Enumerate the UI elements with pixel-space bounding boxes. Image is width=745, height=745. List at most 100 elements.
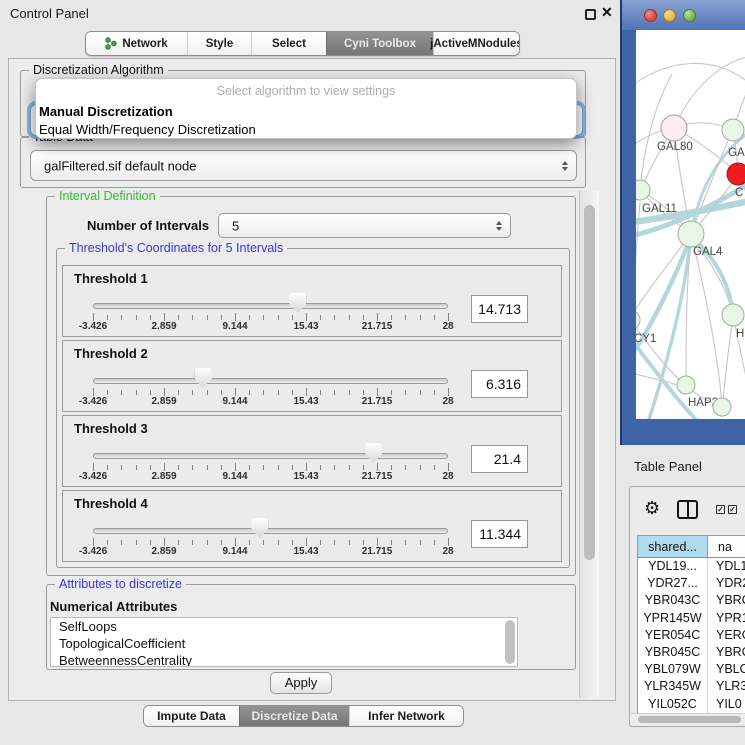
cell-name[interactable]: YERO [708,627,745,644]
threshold-value-field[interactable]: 6.316 [471,370,528,398]
network-view-window[interactable]: GAL80GACGAL11GAL4GCY1HHAP2 [620,0,745,445]
tab-discretize-data[interactable]: Discretize Data [239,706,349,726]
cell-name[interactable]: YBLO [708,661,745,678]
cell-name[interactable]: YLR3 [708,678,745,695]
table-row[interactable]: YIL052CYIL0 [638,696,745,713]
slider-track[interactable] [93,528,448,534]
zoom-traffic-light-icon[interactable] [683,9,696,22]
tab-label: Impute Data [157,709,226,723]
network-node-gal11-node[interactable] [636,180,650,200]
tab-infer-network[interactable]: Infer Network [349,706,463,726]
cell-shared-name[interactable]: YLR345W [638,678,708,695]
network-window-titlebar[interactable] [622,0,745,30]
column-header-shared-name[interactable]: shared... [638,536,708,557]
combo-stepper-icon [496,221,502,231]
slider-thumb[interactable] [289,293,306,313]
table-row[interactable]: YBR045CYBRO [638,644,745,661]
table-data-combobox[interactable]: galFiltered.sif default node [30,150,577,181]
scrollbar-thumb[interactable] [638,716,741,723]
tab-style[interactable]: Style [187,32,251,55]
cell-shared-name[interactable]: YBR043C [638,592,708,609]
slider-thumb[interactable] [365,443,382,463]
list-scrollbar[interactable] [505,620,515,664]
control-panel-title: Control Panel [10,6,89,21]
table-horizontal-scrollbar[interactable] [631,713,745,724]
slider-thumb[interactable] [195,368,212,388]
threshold-1-panel: Threshold 1 -3.4262.8599.14415.4321.7152… [62,265,562,337]
table-row[interactable]: YDL19...YDL1 [638,558,745,575]
tick-mark [192,540,193,545]
split-columns-icon[interactable] [677,500,698,519]
slider-track[interactable] [93,378,448,384]
node-label: GA [728,147,745,159]
close-traffic-light-icon[interactable] [644,9,657,22]
table-row[interactable]: YDR27...YDR2 [638,575,745,592]
cell-name[interactable]: YBRO [708,592,745,609]
cell-name[interactable]: YPR1 [708,610,745,627]
tick-mark [363,540,364,545]
cell-shared-name[interactable]: YBR045C [638,644,708,661]
tick-mark [136,465,137,470]
checkbox-icon[interactable]: ✓ [716,505,725,514]
tab-jactivemnodules[interactable]: jActiveMNodules [433,32,519,55]
tick-mark [221,465,222,470]
panel-vertical-scrollbar[interactable] [579,191,599,698]
tick-mark [235,538,236,546]
network-node-hap2-node[interactable] [677,376,695,394]
tab-cyni-toolbox[interactable]: Cyni Toolbox [326,32,433,55]
tick-mark [306,313,307,321]
column-header-name[interactable]: na [708,536,745,557]
cell-shared-name[interactable]: YIL052C [638,696,708,713]
attribute-list-item[interactable]: BetweennessCentrality [51,652,517,667]
dropdown-item-manual-discretization[interactable]: Manual Discretization [39,104,173,119]
tick-mark [349,465,350,470]
network-canvas[interactable]: GAL80GACGAL11GAL4GCY1HHAP2 [636,30,745,419]
threshold-value-field[interactable]: 14.713 [471,295,528,323]
cell-shared-name[interactable]: YPR145W [638,610,708,627]
table-row[interactable]: YBR043CYBRO [638,592,745,609]
threshold-value-field[interactable]: 11.344 [471,520,528,548]
cell-name[interactable]: YDR2 [708,575,745,592]
network-node-red-node[interactable] [727,163,745,185]
network-node-h-node[interactable] [722,304,744,326]
tab-network[interactable]: Network [86,32,187,55]
numerical-attributes-list[interactable]: SelfLoopsTopologicalCoefficientBetweenne… [50,617,518,667]
cell-shared-name[interactable]: YDR27... [638,575,708,592]
network-graph[interactable]: GAL80GACGAL11GAL4GCY1HHAP2 [636,30,745,419]
tab-impute-data[interactable]: Impute Data [144,706,239,726]
table-row[interactable]: YLR345WYLR3 [638,678,745,695]
network-node-gal80-neighbor[interactable] [661,115,687,141]
cell-name[interactable]: YDL1 [708,558,745,575]
network-node-gal4-node[interactable] [678,221,704,247]
attribute-list-item[interactable]: SelfLoops [51,618,517,635]
network-node-ga-node[interactable] [722,119,744,141]
table-row[interactable]: YPR145WYPR1 [638,610,745,627]
cell-name[interactable]: YBRO [708,644,745,661]
close-icon[interactable]: ✕ [601,4,613,21]
scrollbar-thumb[interactable] [584,205,595,560]
table-data-selected-value: galFiltered.sif default node [44,158,196,173]
cell-shared-name[interactable]: YDL19... [638,558,708,575]
number-of-intervals-combobox[interactable]: 5 [218,213,511,238]
network-node-gcy1-node[interactable] [636,310,640,330]
slider-track[interactable] [93,303,448,309]
network-node-bottom-node[interactable] [713,398,731,416]
cell-shared-name[interactable]: YER054C [638,627,708,644]
gear-icon[interactable]: ⚙ [644,500,660,518]
dropdown-item-equal-width-frequency[interactable]: Equal Width/Frequency Discretization [39,122,256,137]
tab-select[interactable]: Select [251,32,326,55]
apply-button[interactable]: Apply [270,672,332,694]
cell-name[interactable]: YIL0 [708,696,745,713]
table-row[interactable]: YER054CYERO [638,627,745,644]
table-row[interactable]: YBL079WYBLO [638,661,745,678]
threshold-value-field[interactable]: 21.4 [471,445,528,473]
attribute-list-item[interactable]: TopologicalCoefficient [51,635,517,652]
minimize-traffic-light-icon[interactable] [663,9,676,22]
slider-thumb[interactable] [251,518,268,538]
float-window-icon[interactable] [585,9,596,20]
cell-shared-name[interactable]: YBL079W [638,661,708,678]
tick-mark [434,540,435,545]
slider-track[interactable] [93,453,448,459]
node-label: GCY1 [636,333,656,345]
checkbox-icon[interactable]: ✓ [728,505,737,514]
